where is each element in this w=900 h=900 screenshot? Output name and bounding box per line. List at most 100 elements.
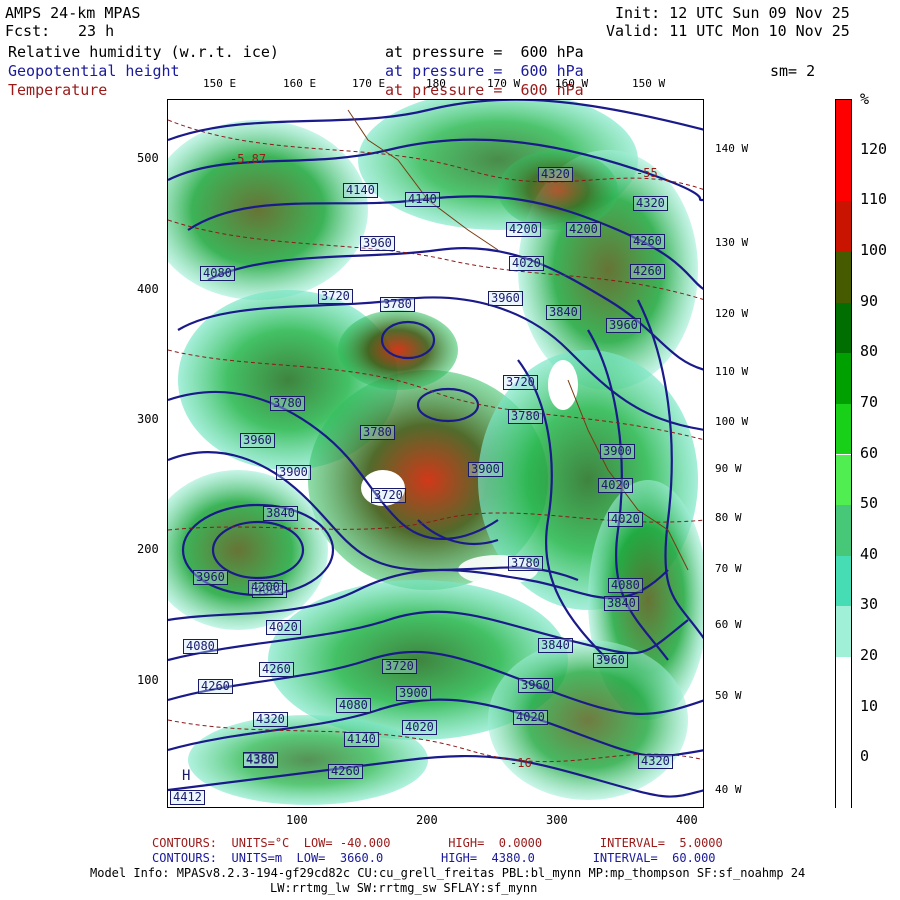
height-label: 4020 (509, 256, 544, 271)
model-title: AMPS 24-km MPAS (5, 4, 141, 22)
map-panel: 4320 4320 4260 4200 4200 4260 4140 4140 … (167, 99, 704, 808)
lon-label-right: 70 W (715, 562, 742, 575)
height-label: 4200 (566, 222, 601, 237)
height-label: 4260 (630, 234, 665, 249)
lon-label-top: 180 (426, 77, 446, 90)
height-label: 3780 (508, 409, 543, 424)
lon-label-right: 140 W (715, 142, 749, 155)
colorbar-segment (836, 302, 851, 354)
colorbar-tick-label: 80 (860, 342, 879, 361)
colorbar (835, 99, 852, 809)
height-label: 4020 (266, 620, 301, 635)
height-label: 4080 (336, 698, 371, 713)
lon-label-right: 80 W (715, 511, 742, 524)
colorbar-tick-label: 110 (860, 190, 888, 209)
colorbar-tick-label: 100 (860, 240, 888, 259)
height-label: 4140 (405, 192, 440, 207)
forecast-label: Fcst: (5, 22, 51, 40)
height-label: 4260 (259, 662, 294, 677)
footer-temp-contours: CONTOURS: UNITS=°C LOW= -40.000 HIGH= 0.… (152, 836, 723, 850)
init-time: Init: 12 UTC Sun 09 Nov 25 (615, 4, 850, 22)
x-tick-label: 300 (546, 813, 568, 827)
height-label: 4320 (633, 196, 668, 211)
height-label: 4260 (328, 764, 363, 779)
lon-label-top: 150 E (203, 77, 237, 90)
x-tick-label: 400 (676, 813, 698, 827)
colorbar-segment (836, 150, 851, 202)
colorbar-tick-label: 30 (860, 595, 879, 614)
height-label: 3780 (380, 297, 415, 312)
height-label: 4140 (343, 183, 378, 198)
colorbar-segment (836, 353, 851, 404)
height-label: 3720 (371, 488, 406, 503)
height-label: 4320 (253, 712, 288, 727)
height-label: 4320 (538, 167, 573, 182)
colorbar-tick-label: 90 (860, 291, 879, 310)
colorbar-tick-label: 70 (860, 392, 879, 411)
height-label: 3900 (468, 462, 503, 477)
height-label: 3720 (503, 375, 538, 390)
height-label: 4080 (200, 266, 235, 281)
height-label: 4200 (506, 222, 541, 237)
field-temp-name: Temperature (8, 81, 108, 99)
field-height-pressure: at pressure = 600 hPa (385, 62, 584, 80)
colorbar-tick-label: 40 (860, 544, 879, 563)
height-label: 3780 (360, 425, 395, 440)
height-label: 4140 (344, 732, 379, 747)
colorbar-tick-label: 20 (860, 646, 879, 665)
height-label: 3780 (270, 396, 305, 411)
y-tick-label: 300 (137, 412, 159, 426)
height-label: 4260 (630, 264, 665, 279)
height-label: 4020 (402, 720, 437, 735)
colorbar-unit: % (860, 90, 870, 108)
height-label: 3960 (593, 653, 628, 668)
height-label: 3900 (276, 465, 311, 480)
height-label: 3960 (360, 236, 395, 251)
smoothing-label: sm= 2 (770, 62, 816, 80)
temperature-label: -5.87 (230, 152, 267, 166)
colorbar-tick-label: 50 (860, 494, 879, 513)
field-temp-pressure: at pressure = 600 hPa (385, 81, 584, 99)
colorbar-segment (836, 758, 851, 809)
field-rh-pressure: at pressure = 600 hPa (385, 43, 584, 61)
lon-label-right: 60 W (715, 618, 742, 631)
lon-label-right: 130 W (715, 236, 749, 249)
x-tick-label: 200 (416, 813, 438, 827)
height-label: 4380 (243, 752, 278, 767)
height-label: 4200 (248, 580, 283, 595)
y-tick-label: 100 (137, 673, 159, 687)
lon-label-right: 110 W (715, 365, 749, 378)
lon-label-right: 120 W (715, 307, 749, 320)
lon-label-right: 90 W (715, 462, 742, 475)
field-height-name: Geopotential height (8, 62, 180, 80)
colorbar-segment (836, 606, 851, 658)
height-label: 3840 (604, 596, 639, 611)
lon-label-top: 170 W (487, 77, 521, 90)
colorbar-tick-label: 0 (860, 747, 870, 766)
height-label: 3840 (538, 638, 573, 653)
colorbar-segment (836, 555, 851, 607)
height-label: 4260 (198, 679, 233, 694)
lon-label-top: 160 E (283, 77, 317, 90)
y-tick-label: 500 (137, 151, 159, 165)
colorbar-segment (836, 251, 851, 303)
height-label: 4080 (183, 639, 218, 654)
valid-time: Valid: 11 UTC Mon 10 Nov 25 (606, 22, 850, 40)
height-label: 3720 (318, 289, 353, 304)
height-label: 4412 (170, 790, 205, 805)
height-label: 4080 (608, 578, 643, 593)
height-label: 3960 (606, 318, 641, 333)
height-label: 4020 (608, 512, 643, 527)
colorbar-segment (836, 454, 851, 506)
colorbar-segment (836, 657, 851, 708)
height-label: 3840 (263, 506, 298, 521)
height-label: 3960 (240, 433, 275, 448)
height-label: 3900 (600, 444, 635, 459)
lon-label-right: 40 W (715, 783, 742, 796)
footer-model-info: Model Info: MPASv8.2.3-194-gf29cd82c CU:… (90, 866, 806, 880)
y-tick-label: 400 (137, 282, 159, 296)
forecast-value: 23 h (78, 22, 115, 40)
height-label: 4020 (513, 710, 548, 725)
colorbar-segment (836, 201, 851, 252)
height-label: 3900 (396, 686, 431, 701)
